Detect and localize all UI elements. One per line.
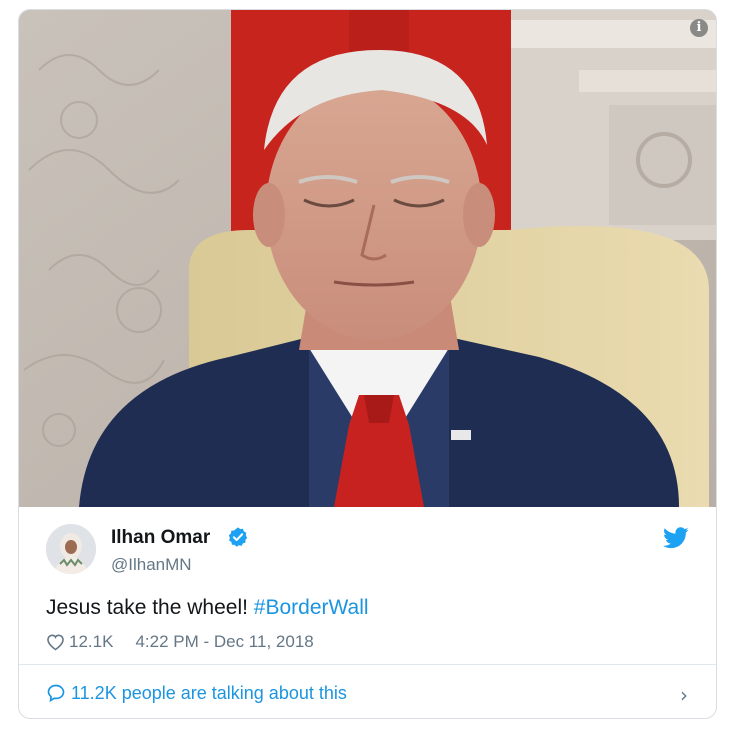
tweet-text-body: Jesus take the wheel!	[46, 596, 254, 619]
tweet-body: Ilhan Omar @IlhanMN Jesus take the wheel…	[19, 507, 716, 655]
hashtag-link[interactable]: #BorderWall	[254, 596, 369, 619]
author-handle[interactable]: @IlhanMN	[111, 555, 192, 575]
chevron-right-icon[interactable]: ›	[680, 683, 688, 707]
verified-badge-icon	[228, 527, 248, 547]
tweet-timestamp[interactable]: 4:22 PM - Dec 11, 2018	[135, 632, 313, 652]
avatar-image	[46, 524, 96, 574]
talking-about-text[interactable]: 11.2K people are talking about this	[71, 683, 347, 704]
author-name[interactable]: Ilhan Omar	[111, 527, 210, 549]
tweet-text: Jesus take the wheel! #BorderWall	[46, 596, 369, 620]
talking-about-link[interactable]: 11.2K people are talking about this ›	[19, 665, 716, 718]
like-count[interactable]: 12.1K	[69, 632, 113, 652]
avatar[interactable]	[46, 524, 96, 574]
heart-icon[interactable]	[46, 633, 65, 651]
speech-bubble-icon	[47, 684, 65, 703]
twitter-bird-icon[interactable]	[663, 527, 689, 549]
tweet-photo[interactable]: i	[19, 10, 716, 507]
tweet-meta: 12.1K 4:22 PM - Dec 11, 2018	[46, 632, 314, 652]
info-icon[interactable]: i	[690, 19, 708, 37]
photo-illustration	[19, 10, 716, 507]
embedded-tweet-card[interactable]: i Ilhan Omar @IlhanMN Jesus take the whe…	[18, 9, 717, 719]
